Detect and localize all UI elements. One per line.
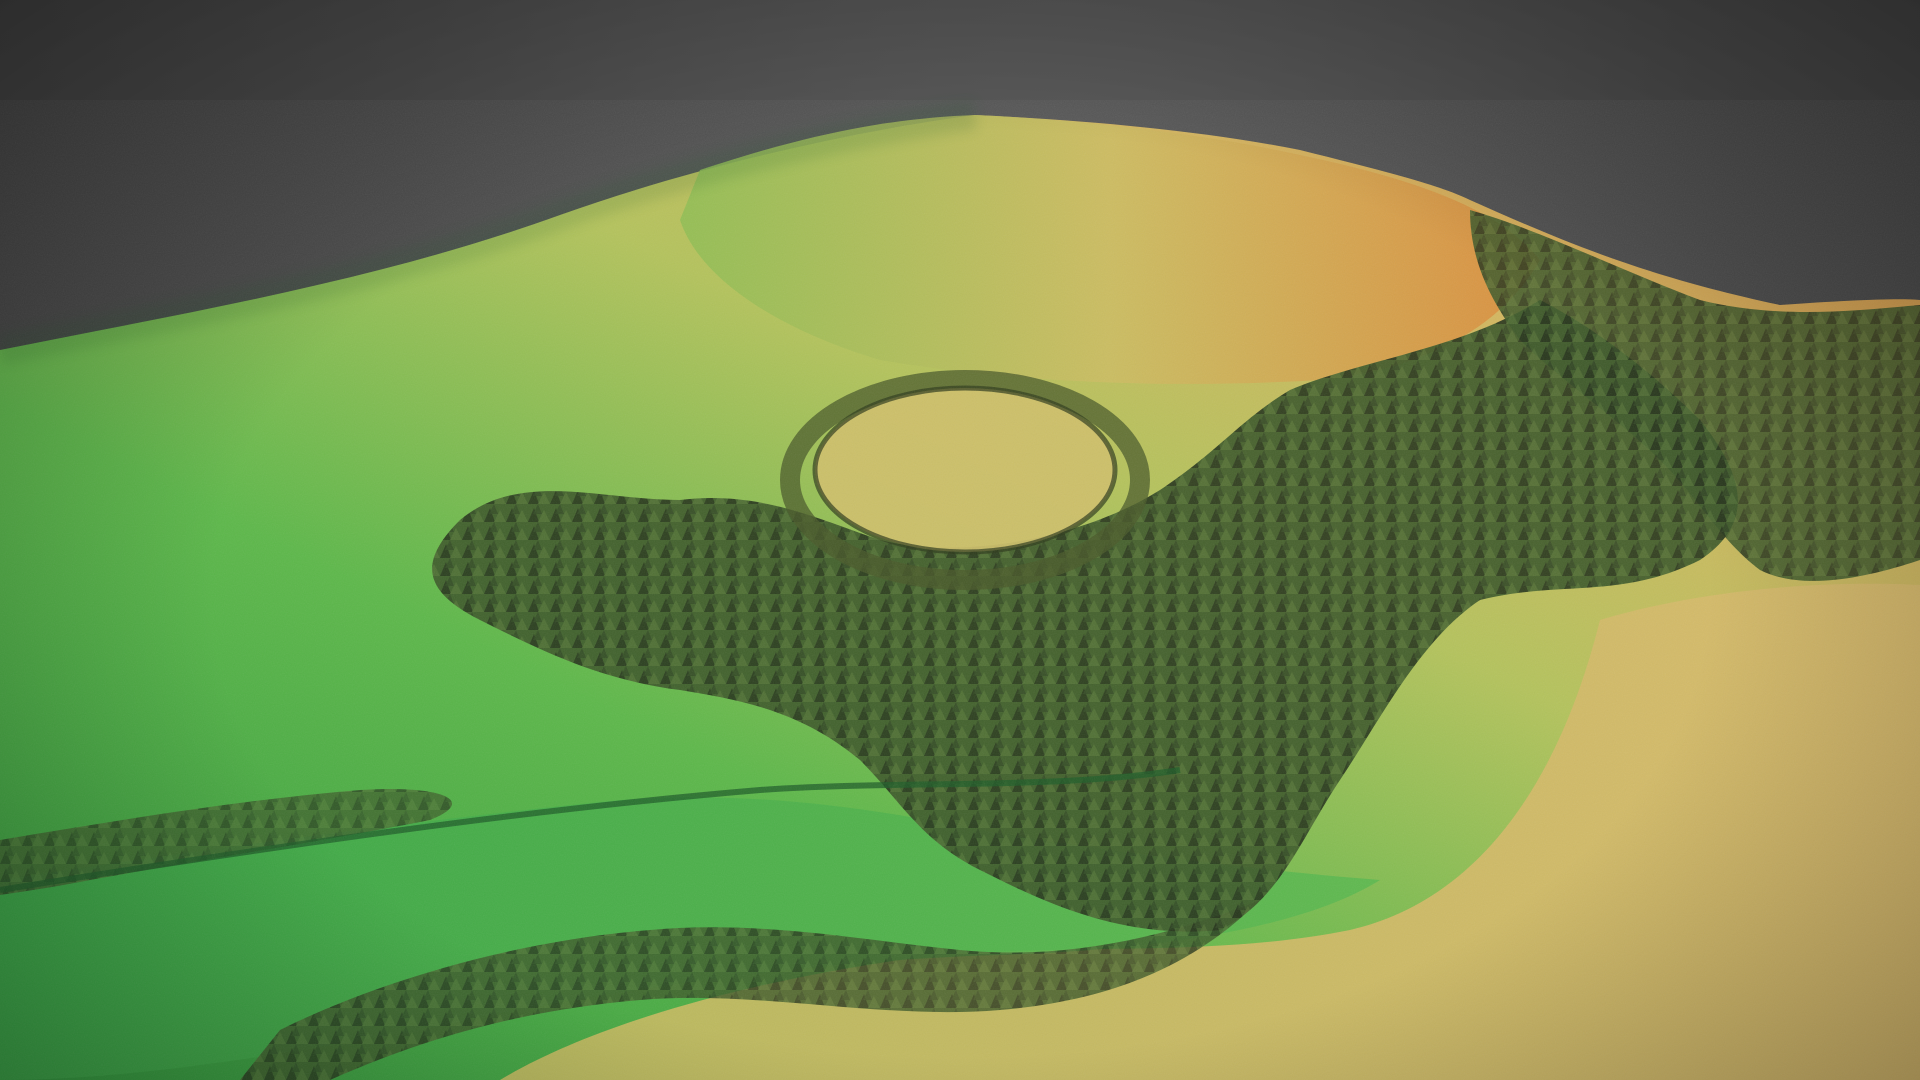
terrain-viewport[interactable] [0,0,1920,1080]
surface-texture [0,100,1920,1080]
terrain-model[interactable] [0,0,1920,1080]
